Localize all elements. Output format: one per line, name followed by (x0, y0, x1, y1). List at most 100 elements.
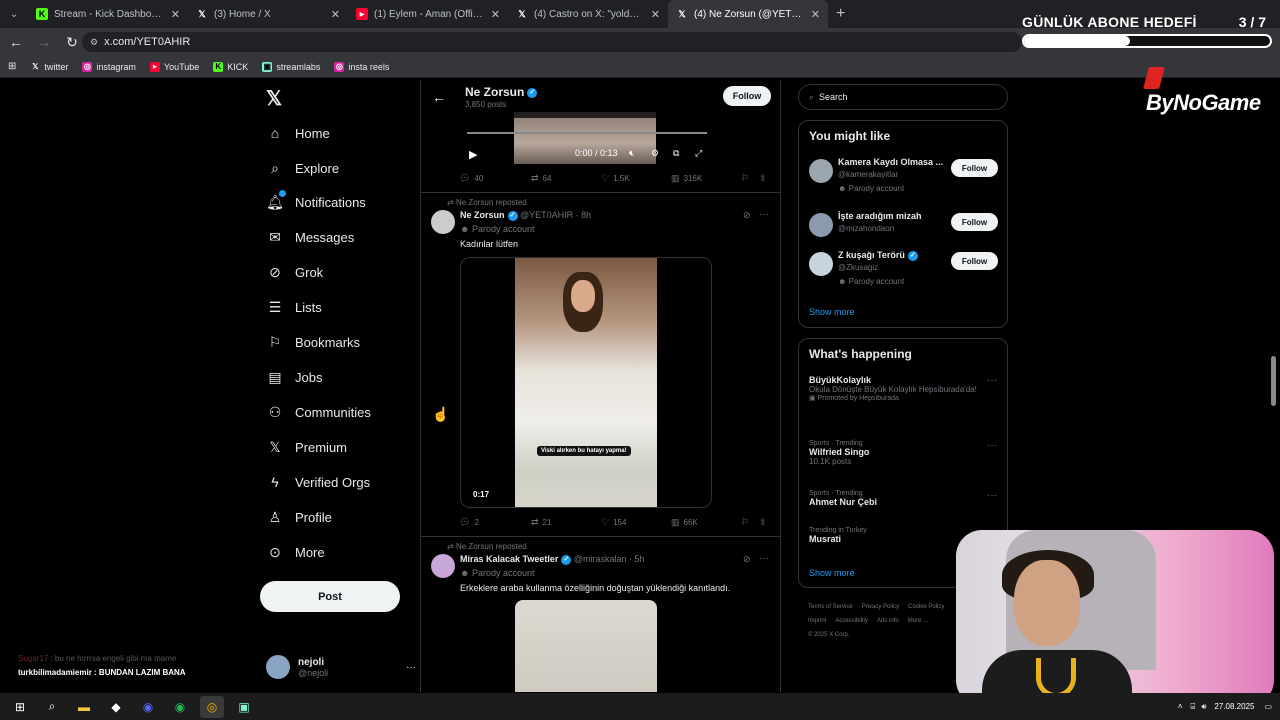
browser-tab-active[interactable]: 𝕏 (4) Ne Zorsun (@YET0AHIR) / X ✕ (668, 0, 828, 28)
video-player[interactable]: ▶ 0:00 / 0:13 🔇︎ ⚙ ⧉ ⤢ (461, 112, 711, 164)
search-input[interactable]: ⌕ Search (798, 84, 1008, 110)
chevron-up-icon[interactable]: ˄ (1178, 702, 1183, 711)
footer-link[interactable]: More ... (908, 618, 928, 624)
bookmark-button[interactable]: ⚐ (741, 173, 753, 184)
suggestion-item[interactable]: Z kuşağı Terörü ✓ @Zkusagiz ☻ Parody acco… (809, 250, 999, 290)
close-icon[interactable]: ✕ (171, 8, 180, 21)
footer-link[interactable]: Ads info (877, 618, 899, 624)
bookmark-twitter[interactable]: 𝕏twitter (30, 62, 68, 72)
pip-icon[interactable]: ⧉ (673, 148, 679, 159)
tab-search-chevron-icon[interactable]: ⌄ (0, 0, 28, 28)
nav-profile[interactable]: ♙ Profile (266, 502, 332, 532)
views-button[interactable]: ▥ 66K (671, 517, 698, 528)
spotify-icon[interactable]: ◉ (168, 696, 192, 718)
video-player[interactable]: Viski alırken bu hatayı yapma! 0:17 (460, 257, 712, 508)
page-scrollbar[interactable] (1271, 356, 1276, 406)
bookmark-youtube[interactable]: ▶ YouTube (149, 61, 199, 72)
footer-link[interactable]: Accessibility (835, 618, 868, 624)
tweet-author[interactable]: Miras Kalacak Tweetler ✓ @miraskalan · 5h (460, 554, 645, 565)
nav-bookmarks[interactable]: ⚐ Bookmarks (266, 327, 360, 357)
footer-link[interactable]: Imprint (808, 618, 826, 624)
share-button[interactable]: ⇪ (759, 173, 771, 184)
suggestion-item[interactable]: İşte aradığım mizah @mizahondaon Follow (809, 211, 999, 251)
network-icon[interactable]: ⌸ (1191, 702, 1196, 712)
follow-button[interactable]: Follow (951, 159, 998, 177)
avatar[interactable] (431, 210, 455, 234)
close-icon[interactable]: ✕ (331, 8, 340, 21)
browser-tab[interactable]: K Stream - Kick Dashboard ✕ (28, 0, 188, 28)
more-dots-icon[interactable]: ··· (759, 553, 769, 564)
share-button[interactable]: ⇪ (759, 517, 771, 528)
settings-icon[interactable]: ⚙ (651, 148, 659, 159)
streamlabs-icon[interactable]: ▣ (232, 696, 256, 718)
nav-notifications[interactable]: 🔔︎ Notifications (266, 187, 366, 217)
trend-item[interactable]: Sports · Trending Wilfried Singo 10.1K p… (809, 440, 999, 466)
close-icon[interactable]: ✕ (491, 8, 500, 21)
browser-tab[interactable]: 𝕏 (3) Home / X ✕ (188, 0, 348, 28)
nav-home[interactable]: ⌂ Home (266, 118, 330, 148)
avatar[interactable] (431, 554, 455, 578)
views-button[interactable]: ▥ 316K (671, 173, 702, 184)
footer-link[interactable]: Cookie Policy (908, 604, 944, 610)
more-dots-icon[interactable]: ··· (987, 440, 997, 451)
like-button[interactable]: ♡ 154 (601, 517, 626, 528)
footer-link[interactable]: Privacy Policy (862, 604, 899, 610)
x-logo-icon[interactable]: 𝕏 (266, 86, 282, 111)
more-dots-icon[interactable]: ··· (987, 375, 997, 386)
fullscreen-icon[interactable]: ⤢ (695, 148, 702, 159)
show-more-link[interactable]: Show more (809, 307, 855, 317)
search-icon[interactable]: ⌕ (40, 696, 64, 718)
windows-start-icon[interactable]: ⊞ (8, 696, 32, 718)
grok-icon[interactable]: ⊘ (743, 554, 751, 565)
more-dots-icon[interactable]: ··· (987, 490, 997, 501)
video-scrubber[interactable] (467, 132, 707, 134)
play-icon[interactable]: ▶ (469, 148, 477, 161)
reply-button[interactable]: 💬︎ 40 (459, 173, 483, 184)
nav-messages[interactable]: ✉ Messages (266, 222, 354, 252)
grok-icon[interactable]: ⊘ (743, 210, 751, 221)
file-explorer-icon[interactable]: ▬ (72, 696, 96, 718)
trend-item[interactable]: Sports · Trending Ahmet Nur Çebi ··· (809, 490, 999, 507)
more-dots-icon[interactable]: ··· (406, 662, 416, 673)
new-tab-plus-icon[interactable]: + (836, 5, 845, 23)
apps-grid-icon[interactable]: ⊞ (8, 61, 16, 72)
notification-center-icon[interactable]: ▭ (1264, 702, 1272, 711)
nav-explore[interactable]: ⌕ Explore (266, 153, 339, 183)
trend-item[interactable]: BüyükKolaylık Okula Dönüşte Büyük Kolayl… (809, 375, 999, 402)
bookmark-instagram[interactable]: ◎ instagram (82, 61, 136, 72)
nav-premium[interactable]: 𝕏 Premium (266, 432, 347, 462)
follow-button[interactable]: Follow (723, 86, 771, 106)
follow-button[interactable]: Follow (951, 252, 998, 270)
site-info-icon[interactable]: ⚙ (90, 37, 98, 48)
forward-arrow-icon[interactable]: → (32, 30, 56, 54)
footer-link[interactable]: Terms of Service (808, 604, 853, 610)
back-arrow-icon[interactable]: ← (432, 89, 446, 105)
nav-more[interactable]: ⊙ More (266, 537, 325, 567)
nav-communities[interactable]: ⚇ Communities (266, 397, 371, 427)
reload-icon[interactable]: ↻ (60, 30, 84, 54)
nav-verified-orgs[interactable]: ϟ Verified Orgs (266, 467, 370, 497)
follow-button[interactable]: Follow (951, 213, 998, 231)
nav-grok[interactable]: ⊘ Grok (266, 257, 323, 287)
tweet-image[interactable] (515, 600, 657, 692)
suggestion-item[interactable]: Kamera Kaydı Olmasa ... @kamerakayitlar … (809, 157, 999, 197)
account-switcher[interactable]: nejoli @nejoli ··· (266, 652, 416, 682)
repost-button[interactable]: ⇄ 64 (531, 173, 551, 184)
app-icon[interactable]: ◆ (104, 696, 128, 718)
chrome-icon[interactable]: ◎ (200, 695, 224, 718)
more-dots-icon[interactable]: ··· (759, 209, 769, 220)
taskbar-date[interactable]: 27.08.2025 (1214, 702, 1254, 711)
bookmark-kick[interactable]: K KICK (213, 61, 248, 72)
browser-tab[interactable]: 𝕏 (4) Castro on X: "yolda yürürken ✕ (508, 0, 668, 28)
tweet-author[interactable]: Ne Zorsun ✓ @YET0AHIR · 8h (460, 210, 591, 221)
post-button[interactable]: Post (260, 581, 400, 612)
back-arrow-icon[interactable]: ← (4, 30, 28, 54)
mute-icon[interactable]: 🔇︎ (629, 148, 635, 159)
browser-tab[interactable]: ▶ (1) Eylem - Aman (Official Video) ✕ (348, 0, 508, 28)
nav-lists[interactable]: ☰ Lists (266, 292, 322, 322)
show-more-link[interactable]: Show more (809, 568, 855, 578)
volume-icon[interactable]: 🔊︎ (1201, 702, 1206, 712)
close-icon[interactable]: ✕ (811, 8, 820, 21)
address-bar[interactable]: ⚙ x.com/YET0AHIR (82, 32, 1022, 52)
discord-icon[interactable]: ◉ (136, 696, 160, 718)
